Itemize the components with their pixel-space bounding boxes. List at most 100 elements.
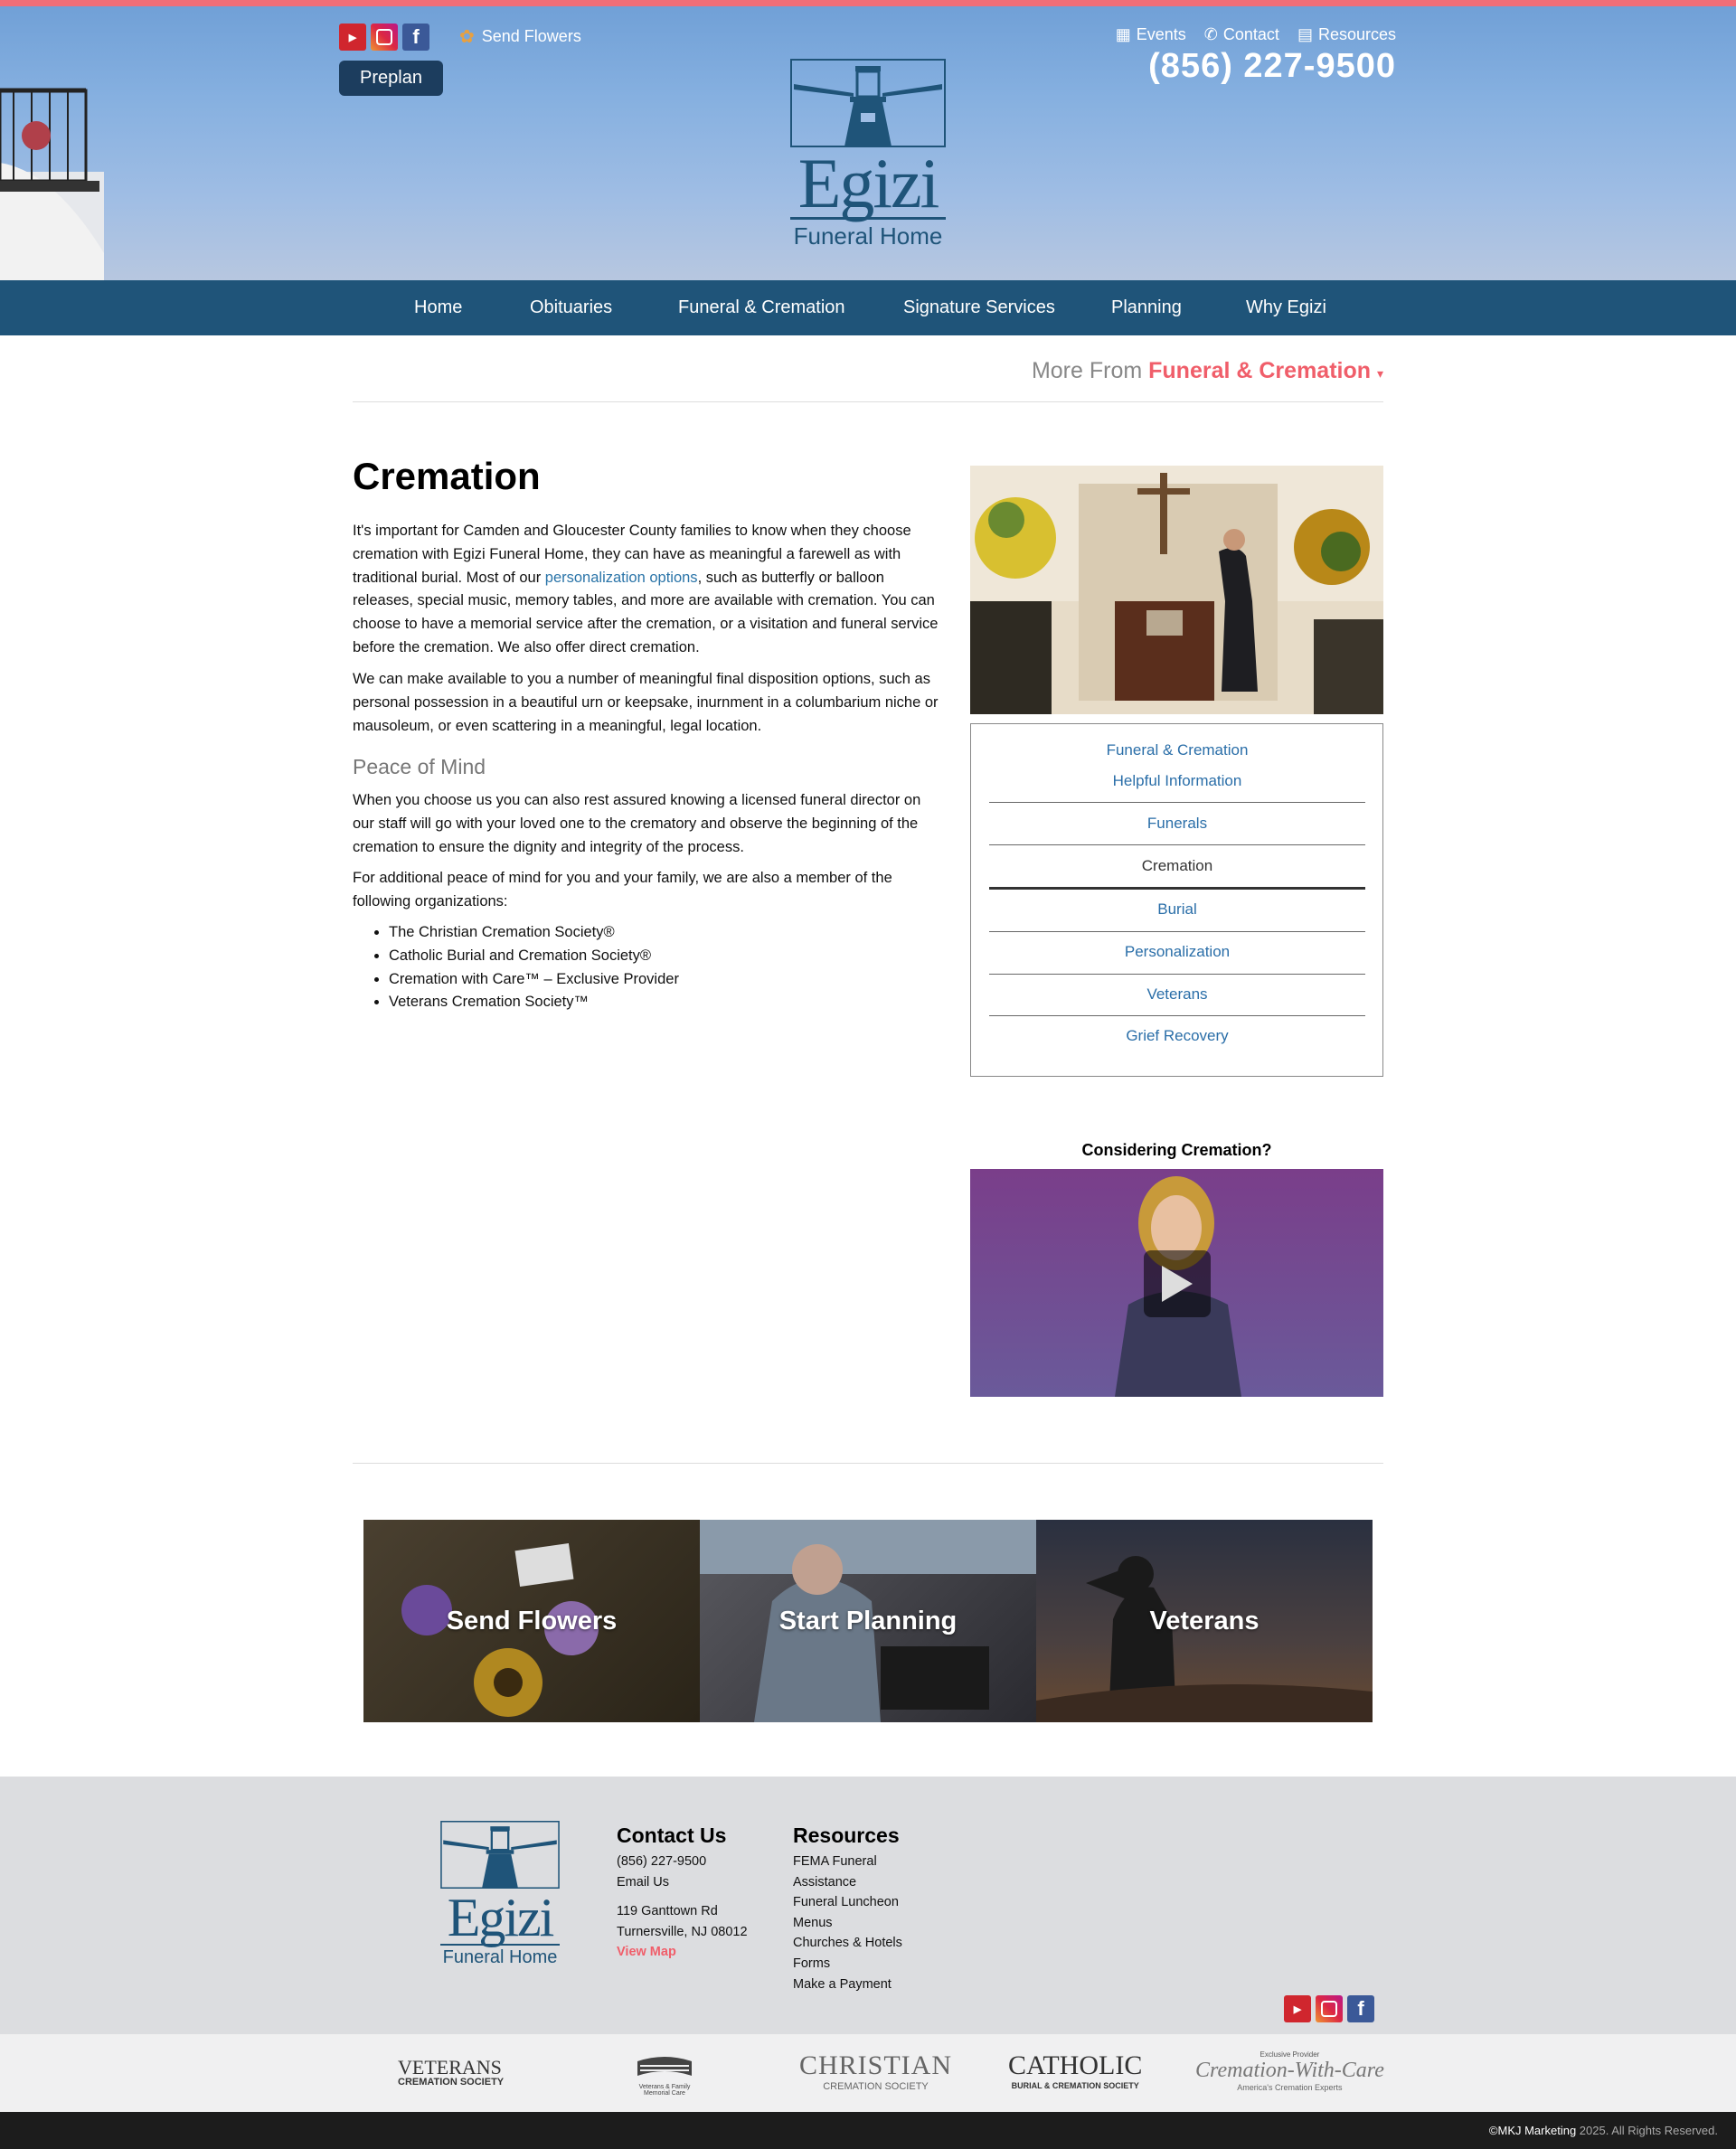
divider-bottom <box>353 1463 1383 1464</box>
events-link[interactable]: ▦ Events <box>1116 25 1186 44</box>
veterans-cremation-society-logo[interactable]: VETERANS CREMATION SOCIETY <box>398 2056 504 2088</box>
facebook-icon[interactable]: f <box>402 24 429 51</box>
logo-subtitle: Funeral Home <box>793 222 943 250</box>
footer-contact: Contact Us (856) 227-9500 Email Us 119 G… <box>617 1824 748 1963</box>
resource-churches-hotels[interactable]: Churches & Hotels <box>793 1933 902 1954</box>
more-from-section: Funeral & Cremation <box>1148 358 1372 383</box>
christian-cremation-society-logo[interactable]: CHRISTIAN CREMATION SOCIETY <box>799 2050 952 2092</box>
preplan-button[interactable]: Preplan <box>339 61 443 96</box>
tile-start-planning[interactable]: Start Planning <box>700 1520 1036 1722</box>
email-link[interactable]: Email Us <box>617 1872 748 1893</box>
address-line-2: Turnersville, NJ 08012 <box>617 1924 748 1939</box>
peace-of-mind-heading: Peace of Mind <box>353 755 486 778</box>
tile-label: Send Flowers <box>446 1606 618 1635</box>
sidebar-item-grief-recovery[interactable]: Grief Recovery <box>989 1027 1365 1045</box>
logo-subtitle: Funeral Home <box>442 1947 558 1967</box>
footer: Egizi Funeral Home Contact Us (856) 227-… <box>0 1777 1736 2034</box>
instagram-icon[interactable] <box>371 24 398 51</box>
sidebar-item-funerals[interactable]: Funerals <box>989 815 1365 833</box>
more-from-dropdown[interactable]: More From Funeral & Cremation ▾ <box>1032 358 1383 384</box>
view-map-link[interactable]: View Map <box>617 1942 748 1963</box>
tile-label: Start Planning <box>778 1606 958 1635</box>
footer-phone[interactable]: (856) 227-9500 <box>617 1852 748 1872</box>
list-item: Cremation with Care™ – Exclusive Provide… <box>389 968 931 992</box>
nav-funeral-cremation[interactable]: Funeral & Cremation <box>678 280 845 335</box>
lighthouse-logo-icon <box>440 1821 560 1889</box>
youtube-icon[interactable]: ▶ <box>1284 1995 1311 2022</box>
logo-name: Egizi <box>447 1888 555 1947</box>
disposition-paragraph: We can make available to you a number of… <box>353 671 939 734</box>
veterans-memorial-care-logo[interactable]: Veterans & Family Memorial Care <box>628 2052 701 2097</box>
cremation-video[interactable] <box>970 1169 1383 1397</box>
video-heading: Considering Cremation? <box>1081 1141 1272 1159</box>
nav-planning[interactable]: Planning <box>1111 280 1182 335</box>
personalization-options-link[interactable]: personalization options <box>545 570 698 586</box>
divider <box>989 844 1365 845</box>
contact-heading: Contact Us <box>617 1824 727 1847</box>
resource-make-payment[interactable]: Make a Payment <box>793 1975 902 1995</box>
sidebar-item-personalization[interactable]: Personalization <box>989 943 1365 961</box>
nav-obituaries[interactable]: Obituaries <box>530 280 612 335</box>
header-phone[interactable]: (856) 227-9500 <box>1148 47 1396 86</box>
flag-icon <box>637 2057 692 2076</box>
lighthouse-photo <box>0 88 104 280</box>
play-icon <box>1162 1266 1193 1302</box>
mkj-marketing-link[interactable]: ©MKJ Marketing <box>1489 2124 1576 2137</box>
logo-name: Egizi <box>797 144 940 222</box>
social-links: ▶ f <box>339 24 429 51</box>
copyright-bar: ©MKJ Marketing 2025. All Rights Reserved… <box>0 2112 1736 2149</box>
tile-send-flowers[interactable]: Send Flowers <box>363 1520 700 1722</box>
tile-veterans[interactable]: Veterans <box>1036 1520 1373 1722</box>
logo[interactable]: Egizi Funeral Home <box>790 59 946 250</box>
resources-heading: Resources <box>793 1824 900 1847</box>
sidebar-item-helpful-information[interactable]: Helpful Information <box>989 772 1365 790</box>
list-item: Veterans Cremation Society™ <box>389 991 931 1014</box>
sidebar-item-veterans[interactable]: Veterans <box>989 985 1365 1004</box>
resource-fema[interactable]: Assistance <box>793 1872 902 1893</box>
main-nav: Home Obituaries Funeral & Cremation Sign… <box>0 280 1736 335</box>
resource-luncheon[interactable]: Menus <box>793 1913 902 1934</box>
sidebar-item-cremation[interactable]: Cremation <box>989 857 1365 875</box>
catholic-burial-cremation-society-logo[interactable]: CATHOLIC BURIAL & CREMATION SOCIETY <box>1008 2050 1142 2090</box>
top-stripe <box>0 0 1736 6</box>
nav-why-egizi[interactable]: Why Egizi <box>1246 280 1326 335</box>
intro-paragraph: It's important for Camden and Gloucester… <box>353 523 939 655</box>
resource-fema[interactable]: FEMA Funeral <box>793 1852 902 1872</box>
contact-link[interactable]: ✆ Contact <box>1204 25 1279 44</box>
peace-paragraph: When you choose us you can also rest ass… <box>353 792 921 855</box>
association-logos: VETERANS CREMATION SOCIETY Veterans & Fa… <box>0 2034 1736 2112</box>
tile-label: Veterans <box>1149 1606 1260 1635</box>
flower-icon: ✿ <box>459 27 475 47</box>
divider <box>989 1015 1365 1016</box>
divider <box>989 974 1365 975</box>
send-flowers-link[interactable]: ✿ Send Flowers <box>459 25 581 48</box>
footer-social-links: ▶ f <box>1284 1995 1374 2022</box>
address-line-1: 119 Ganttown Rd <box>617 1904 718 1919</box>
sidebar-item-burial[interactable]: Burial <box>989 900 1365 919</box>
memorial-service-photo <box>970 466 1383 714</box>
organizations-list: The Christian Cremation Society® Catholi… <box>369 921 931 1014</box>
copyright-text: ©MKJ Marketing 2025. All Rights Reserved… <box>1488 2124 1718 2137</box>
send-flowers-label: Send Flowers <box>481 27 581 45</box>
nav-signature-services[interactable]: Signature Services <box>903 280 1055 335</box>
phone-icon: ✆ <box>1203 25 1218 43</box>
nav-home[interactable]: Home <box>414 280 462 335</box>
list-item: The Christian Cremation Society® <box>389 921 931 945</box>
divider <box>989 931 1365 932</box>
youtube-icon[interactable]: ▶ <box>339 24 366 51</box>
header-banner: ▶ f ✿ Send Flowers Preplan Egizi Funeral… <box>0 0 1736 280</box>
cremation-with-care-logo[interactable]: Exclusive Provider Cremation-With-Care A… <box>1195 2050 1384 2092</box>
lighthouse-logo-icon <box>790 59 946 147</box>
resources-link[interactable]: ▤ Resources <box>1297 25 1396 44</box>
more-from-prefix: More From <box>1031 358 1143 383</box>
resource-luncheon[interactable]: Funeral Luncheon <box>793 1892 902 1913</box>
footer-logo[interactable]: Egizi Funeral Home <box>440 1821 560 1968</box>
chevron-down-icon: ▾ <box>1376 366 1383 381</box>
resource-forms[interactable]: Forms <box>793 1954 902 1975</box>
facebook-icon[interactable]: f <box>1347 1995 1374 2022</box>
document-icon: ▤ <box>1297 25 1313 43</box>
instagram-icon[interactable] <box>1316 1995 1343 2022</box>
organizations-intro: For additional peace of mind for you and… <box>353 870 892 910</box>
play-button[interactable] <box>1144 1250 1211 1317</box>
sidebar-item-funeral-cremation[interactable]: Funeral & Cremation <box>989 741 1365 759</box>
